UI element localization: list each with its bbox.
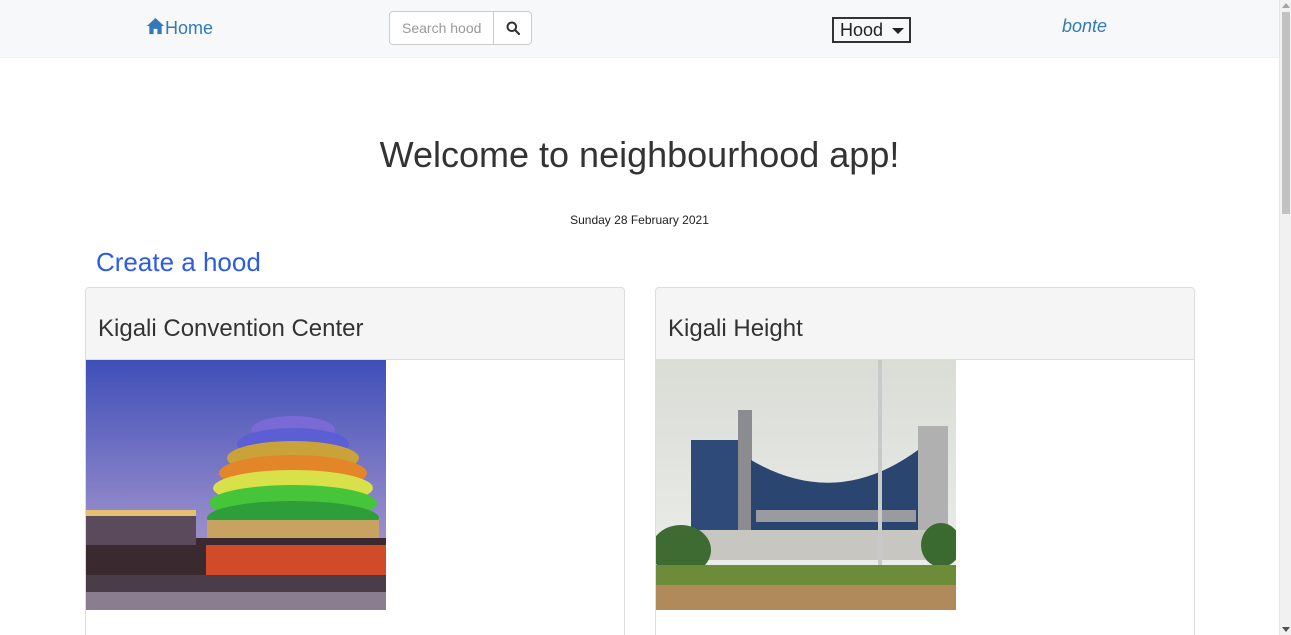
user-profile-link[interactable]: bonte [1062, 16, 1107, 37]
convention-center-photo [86, 360, 386, 610]
kigali-heights-photo [656, 360, 956, 610]
scroll-up-arrow-icon[interactable] [1282, 3, 1290, 8]
home-icon [146, 17, 165, 35]
page: Home Hood bonte Welcome to neighbourhood… [0, 0, 1279, 635]
hood-card-title: Kigali Convention Center [86, 288, 624, 360]
hood-card-title: Kigali Height [656, 288, 1194, 360]
search-form [389, 11, 532, 45]
search-button[interactable] [493, 11, 532, 45]
hood-dropdown-label: Hood [840, 19, 884, 40]
hood-dropdown[interactable]: Hood [832, 17, 911, 43]
hood-card[interactable]: Kigali Height [655, 287, 1195, 635]
page-title: Welcome to neighbourhood app! [379, 134, 900, 175]
scroll-down-arrow-icon[interactable] [1282, 627, 1290, 632]
caret-down-icon [892, 27, 905, 34]
home-link[interactable]: Home [146, 17, 213, 39]
navbar: Home Hood bonte [0, 0, 1279, 58]
search-input[interactable] [389, 11, 493, 45]
scroll-thumb[interactable] [1282, 12, 1290, 214]
create-hood-link[interactable]: Create a hood [96, 247, 261, 278]
vertical-scrollbar[interactable] [1279, 0, 1291, 635]
home-label: Home [165, 17, 214, 38]
current-date: Sunday 28 February 2021 [570, 213, 709, 227]
hood-card[interactable]: Kigali Convention Center [85, 287, 625, 635]
search-icon [506, 21, 520, 35]
